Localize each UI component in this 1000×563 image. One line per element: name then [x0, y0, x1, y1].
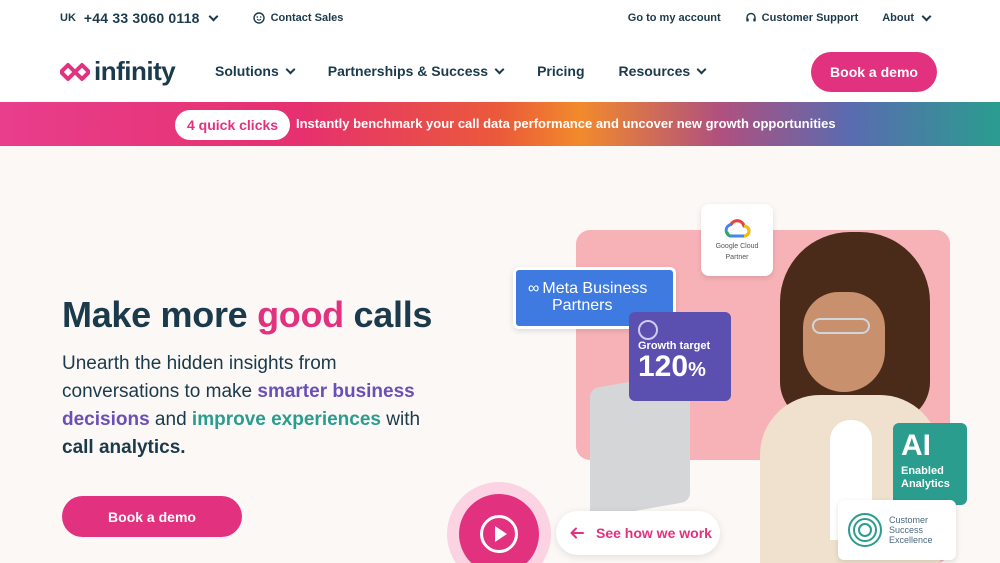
utility-bar: UK +44 33 3060 0118 Contact Sales Go to … [0, 0, 1000, 38]
growth-target-value: 120% [638, 352, 722, 385]
hero-sub-call-analytics: call analytics. [62, 437, 186, 458]
arrow-left-icon [570, 527, 584, 539]
cse-logo-icon [848, 513, 882, 547]
chevron-down-icon [494, 64, 505, 74]
person-face [803, 292, 885, 392]
chevron-down-icon [696, 64, 707, 74]
growth-target-number: 120 [638, 350, 689, 383]
nav-pricing[interactable]: Pricing [537, 63, 584, 79]
meta-infinity-icon: ∞ [528, 280, 540, 297]
about-label: About [882, 12, 914, 24]
google-cloud-partner-badge: Google Cloud Partner [701, 204, 773, 276]
see-how-we-work-button[interactable]: See how we work [556, 511, 720, 555]
meta-badge-line1: Meta Business [542, 280, 648, 297]
google-badge-line2: Partner [725, 254, 749, 261]
hero-sub-improve: improve experiences [191, 409, 381, 430]
contact-sales-label: Contact Sales [270, 12, 344, 24]
nav-solutions-label: Solutions [215, 63, 279, 79]
nav-pricing-label: Pricing [537, 63, 585, 79]
nav-resources-label: Resources [618, 63, 691, 79]
region-label: UK [60, 12, 76, 24]
ai-badge-line1: Enabled [901, 465, 944, 477]
cse-line1: Customer [889, 515, 929, 525]
growth-target-unit: % [688, 359, 706, 381]
google-cloud-icon [724, 219, 751, 238]
book-demo-header-button[interactable]: Book a demo [811, 52, 937, 92]
target-click-icon [638, 320, 658, 340]
ai-enabled-analytics-badge: AI Enabled Analytics [893, 423, 967, 505]
hero-sub-part-2: and [149, 409, 192, 430]
banner-pill[interactable]: 4 quick clicks [175, 110, 291, 140]
utility-left: UK +44 33 3060 0118 Contact Sales [60, 10, 343, 26]
see-how-label: See how we work [596, 525, 712, 541]
about-menu[interactable]: About [882, 11, 932, 24]
nav-resources[interactable]: Resources [618, 63, 707, 79]
hero-title-start: Make more [62, 294, 258, 335]
account-label: Go to my account [627, 12, 721, 24]
play-icon [480, 515, 518, 553]
primary-nav-links: Solutions Partnerships & Success Pricing… [215, 63, 707, 79]
contact-sales-link[interactable]: Contact Sales [252, 12, 344, 24]
chevron-down-icon[interactable] [208, 11, 219, 21]
nav-partnerships-success[interactable]: Partnerships & Success [327, 63, 505, 79]
nav-partnerships-label: Partnerships & Success [327, 63, 489, 79]
ai-badge-line2: Analytics [901, 478, 950, 490]
hero-title-end: calls [343, 294, 433, 335]
promo-banner[interactable]: 4 quick clicks Instantly benchmark your … [0, 102, 1000, 146]
hero-sub-part-3: with [380, 409, 421, 430]
ai-badge-title: AI [901, 429, 931, 462]
cse-line2: Success [889, 525, 924, 535]
book-demo-hero-button[interactable]: Book a demo [62, 496, 242, 537]
infinity-logo-icon [60, 62, 90, 81]
smiley-icon [252, 12, 265, 24]
hero-subtitle: Unearth the hidden insights from convers… [62, 350, 442, 462]
chevron-down-icon [285, 64, 296, 74]
customer-support-label: Customer Support [761, 12, 859, 24]
person-glasses [812, 318, 870, 334]
logo-text: infinity [94, 56, 176, 86]
google-badge-line1: Google Cloud [715, 243, 759, 250]
hero-title-highlight: good [257, 294, 344, 335]
chevron-down-icon [921, 11, 932, 21]
nav-solutions[interactable]: Solutions [215, 63, 296, 79]
growth-target-card: Growth target 120% [629, 312, 731, 401]
headset-icon [745, 12, 756, 22]
main-nav: infinity Solutions Partnerships & Succes… [0, 44, 1000, 100]
cse-line3: Excellence [889, 535, 933, 545]
infinity-logo[interactable]: infinity [60, 56, 176, 87]
phone-number-link[interactable]: +44 33 3060 0118 [84, 10, 200, 26]
account-link[interactable]: Go to my account [628, 12, 721, 24]
banner-text: Instantly benchmark your call data perfo… [296, 116, 836, 131]
customer-support-link[interactable]: Customer Support [745, 12, 859, 24]
hero-title: Make more good calls [62, 294, 432, 336]
customer-success-excellence-badge: Customer Success Excellence [838, 500, 956, 560]
utility-right: Go to my account Customer Support About [628, 11, 932, 24]
